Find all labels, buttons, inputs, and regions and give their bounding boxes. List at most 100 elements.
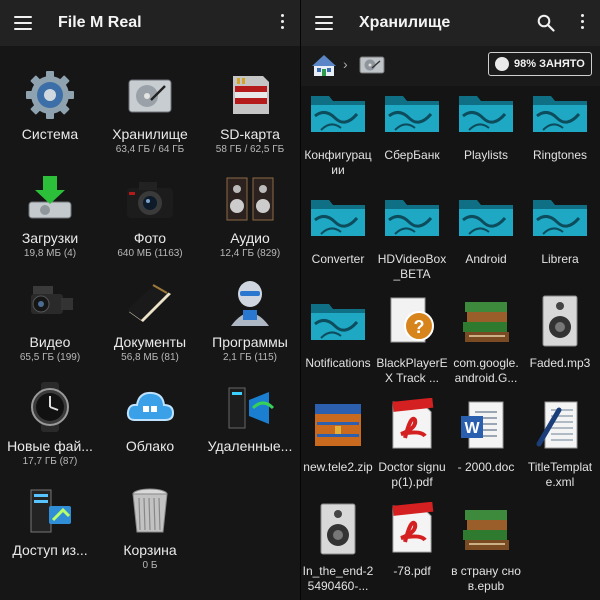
folder-item[interactable]: СберБанк: [375, 86, 449, 190]
location-item[interactable]: Хранилище 63,4 ГБ / 64 ГБ: [100, 62, 200, 166]
location-item[interactable]: Удаленные...: [200, 374, 300, 478]
file-item[interactable]: в страну снов.epub: [449, 502, 523, 600]
left-panel: File M Real Система Хранилище 63,4 ГБ / 6…: [0, 0, 300, 600]
location-item[interactable]: Документы 56,8 МБ (81): [100, 270, 200, 374]
file-name: In_the_end-25490460-...: [302, 564, 374, 593]
location-size: 58 ГБ / 62,5 ГБ: [215, 144, 285, 155]
location-label: Система: [21, 126, 79, 142]
location-item[interactable]: Программы 2,1 ГБ (115): [200, 270, 300, 374]
file-name: com.google.android.G...: [453, 356, 519, 385]
location-label: SD-карта: [220, 126, 280, 142]
right-panel: Хранилище › 98% ЗАНЯТО Конфигурации Сбер…: [301, 0, 600, 600]
location-size: 640 МБ (1163): [117, 248, 183, 259]
location-label: Загрузки: [21, 230, 79, 246]
xml-file-icon: [529, 398, 591, 452]
file-item[interactable]: W - 2000.doc: [449, 398, 523, 502]
file-item[interactable]: ? BlackPlayerEX Track ...: [375, 294, 449, 398]
file-name: -78.pdf: [393, 564, 431, 578]
archive-icon: [307, 398, 369, 452]
home-icon[interactable]: [311, 52, 337, 78]
folder-item[interactable]: Librera: [523, 190, 597, 294]
hard-drive-icon: [123, 68, 177, 122]
location-item[interactable]: SD-карта 58 ГБ / 62,5 ГБ: [200, 62, 300, 166]
robot-icon: [223, 276, 277, 330]
video-camera-icon: [23, 276, 77, 330]
file-item[interactable]: -78.pdf: [375, 501, 449, 600]
svg-text:W: W: [464, 420, 480, 437]
location-item[interactable]: Фото 640 МБ (1163): [100, 166, 200, 270]
left-app-bar: File M Real: [0, 0, 300, 46]
file-item[interactable]: In_the_end-25490460-...: [301, 502, 375, 600]
location-item[interactable]: Видео 65,5 ГБ (199): [0, 270, 100, 374]
file-item[interactable]: Doctor signup(1).pdf: [375, 397, 449, 502]
camera-icon: [123, 172, 177, 226]
breadcrumb: › 98% ЗАНЯТО: [301, 46, 600, 86]
svg-text:?: ?: [414, 317, 425, 337]
gear-icon: [23, 68, 77, 122]
watch-icon: [23, 380, 77, 434]
file-item[interactable]: new.tele2.zip: [301, 398, 375, 502]
file-name: Android: [465, 252, 507, 266]
audio-file-icon: [529, 294, 591, 348]
app-title: File M Real: [58, 14, 142, 31]
left-more-options-icon[interactable]: [278, 14, 286, 32]
right-more-options-icon[interactable]: [578, 14, 586, 32]
folder-icon: [455, 86, 517, 140]
folder-item[interactable]: Ringtones: [523, 86, 597, 190]
breadcrumb-storage-icon[interactable]: [358, 54, 386, 76]
server-access-icon: [23, 484, 77, 538]
file-item[interactable]: Faded.mp3: [523, 294, 597, 398]
file-name: Librera: [541, 252, 579, 266]
location-label: Хранилище: [112, 126, 188, 142]
location-item[interactable]: Загрузки 19,8 МБ (4): [0, 166, 100, 270]
breadcrumb-chevron-icon: ›: [343, 56, 348, 72]
folder-title: Хранилище: [359, 14, 451, 31]
location-label: Программы: [212, 334, 288, 350]
location-item[interactable]: Облако: [100, 374, 200, 478]
file-name: new.tele2.zip: [303, 460, 373, 474]
location-item[interactable]: Корзина 0 Б: [100, 478, 200, 582]
location-size: 2,1 ГБ (115): [222, 352, 278, 363]
file-name: Converter: [311, 252, 365, 266]
file-name: Playlists: [463, 148, 508, 162]
location-item[interactable]: Аудио 12,4 ГБ (829): [200, 166, 300, 270]
network-icon: [223, 380, 277, 434]
folder-item[interactable]: Конфигурации: [301, 86, 375, 190]
folder-item[interactable]: HDVideoBox_BETA: [375, 190, 449, 294]
location-item[interactable]: Новые фай... 17,7 ГБ (87): [0, 374, 100, 478]
storage-usage-text: 98% ЗАНЯТО: [514, 58, 585, 70]
location-item[interactable]: Система: [0, 62, 100, 166]
file-name: BlackPlayerEX Track ...: [376, 356, 448, 385]
pdf-icon: [381, 501, 443, 556]
file-name: Faded.mp3: [529, 356, 591, 370]
doc-icon: W: [455, 398, 517, 452]
pdf-icon: [381, 397, 443, 452]
folder-item[interactable]: Playlists: [449, 86, 523, 190]
file-name: Конфигурации: [304, 148, 372, 177]
folder-item[interactable]: Converter: [301, 190, 375, 294]
trash-icon: [123, 484, 177, 538]
folder-icon: [381, 86, 443, 140]
right-app-bar: Хранилище: [301, 0, 600, 46]
folder-icon: [307, 294, 369, 348]
storage-usage-badge[interactable]: 98% ЗАНЯТО: [488, 52, 592, 76]
folder-icon: [381, 190, 443, 244]
file-item[interactable]: TitleTemplate.xml: [523, 398, 597, 502]
location-size: 12,4 ГБ (829): [219, 248, 281, 259]
file-item[interactable]: com.google.android.G...: [449, 294, 523, 398]
location-size: 17,7 ГБ (87): [22, 456, 78, 467]
right-menu-icon[interactable]: [315, 16, 333, 30]
folder-item[interactable]: Android: [449, 190, 523, 294]
location-label: Фото: [133, 230, 167, 246]
folder-item[interactable]: Notifications: [301, 294, 375, 398]
left-menu-icon[interactable]: [14, 16, 32, 30]
file-name: Doctor signup(1).pdf: [378, 460, 446, 489]
search-icon[interactable]: [537, 14, 555, 32]
books-icon: [455, 502, 517, 556]
folder-icon: [307, 86, 369, 140]
books-icon: [455, 294, 517, 348]
location-size: 56,8 МБ (81): [121, 352, 179, 363]
location-item[interactable]: Доступ из...: [0, 478, 100, 582]
file-name: TitleTemplate.xml: [527, 460, 593, 489]
audio-file-icon: [307, 502, 369, 556]
